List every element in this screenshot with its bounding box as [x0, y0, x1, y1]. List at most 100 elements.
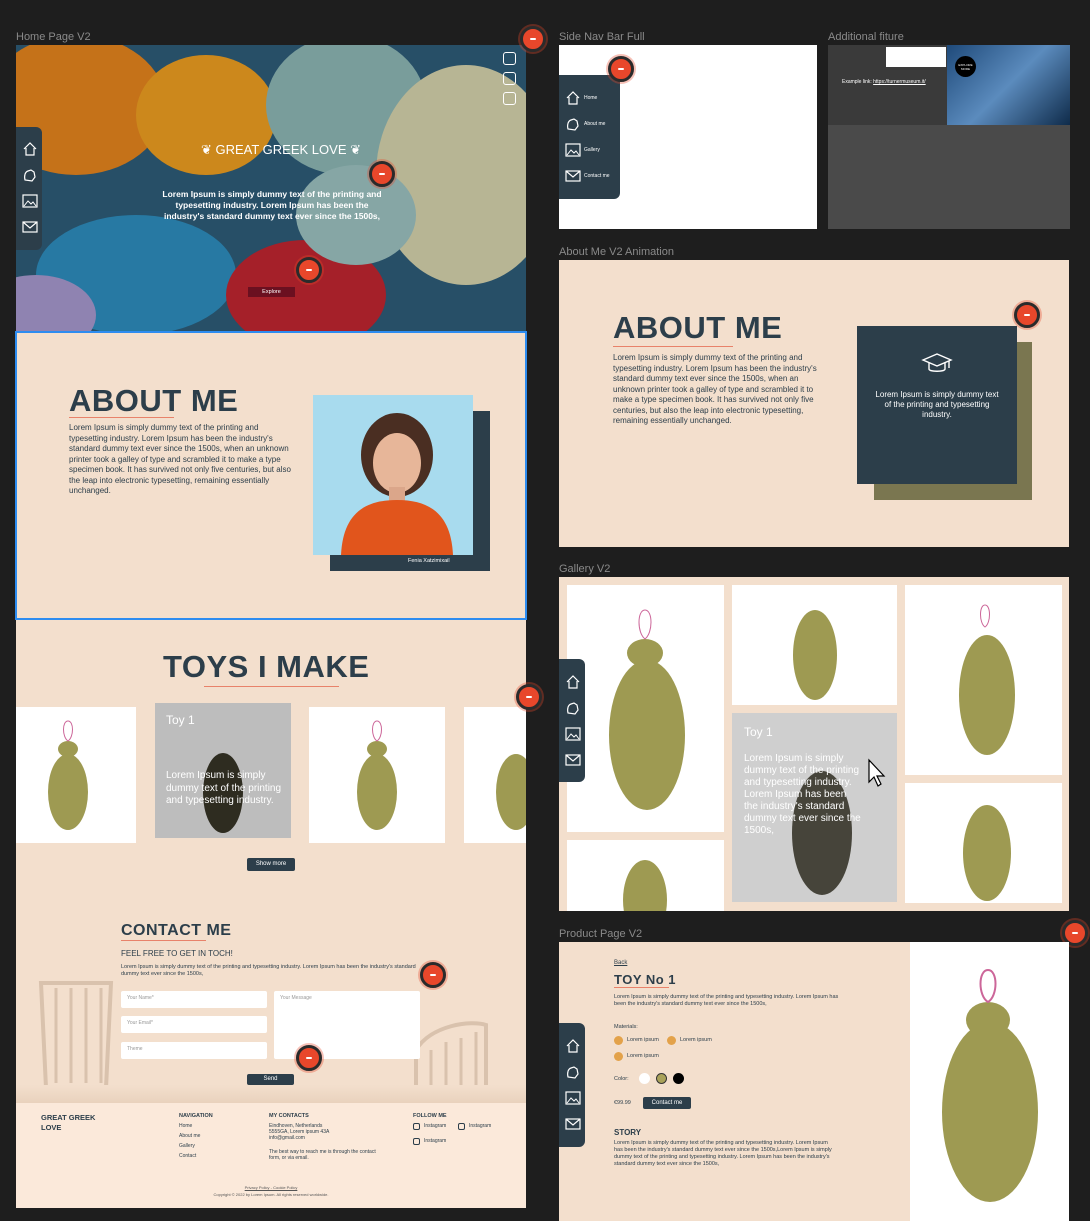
toy-image: [963, 805, 1011, 901]
footer-follow-title: FOLLOW ME: [413, 1113, 447, 1119]
gallery-card[interactable]: [567, 585, 724, 832]
hand-icon[interactable]: [565, 701, 581, 715]
toy-card-text: Lorem Ipsum is simply dummy text of the …: [166, 770, 282, 806]
contact-subtitle: FEEL FREE TO GET IN TOCH!: [121, 949, 233, 958]
toy-card[interactable]: [16, 707, 136, 843]
toy-image: [623, 860, 667, 911]
gallery-card-hover[interactable]: Toy 1 Lorem Ipsum is simply dummy text o…: [732, 713, 897, 902]
contact-title-underline: [121, 940, 206, 941]
mail-icon[interactable]: [565, 169, 581, 183]
name-field[interactable]: Your Name*: [121, 991, 267, 1008]
color-swatch-black[interactable]: [673, 1073, 684, 1084]
color-swatch-white[interactable]: [639, 1073, 650, 1084]
gallery-card[interactable]: [732, 585, 897, 705]
toy-card[interactable]: [309, 707, 445, 843]
footer-nav-link[interactable]: Home: [179, 1123, 192, 1130]
sidenav-label-home[interactable]: Home: [584, 95, 597, 101]
frame-label-about-anim: About Me V2 Animation: [559, 246, 674, 258]
frame-label-product: Product Page V2: [559, 928, 643, 940]
comment-pin[interactable]: [369, 161, 395, 187]
hand-icon[interactable]: [565, 1065, 581, 1079]
comment-pin[interactable]: [516, 684, 542, 710]
instagram-icon[interactable]: [413, 1123, 420, 1130]
comment-pin[interactable]: [296, 257, 322, 283]
home-icon[interactable]: [565, 91, 581, 105]
footer-instagram-link[interactable]: Instagram: [424, 1138, 446, 1145]
explore-badge[interactable]: EXPLORE MORE: [955, 56, 976, 77]
footer-copyright: Copyright © 2022 by Lorem Ipsum. All rig…: [213, 1192, 329, 1197]
frame-label-additional: Additional fiture: [828, 31, 904, 43]
toy-card-hover[interactable]: Toy 1 Lorem Ipsum is simply dummy text o…: [155, 703, 291, 838]
instagram-icon[interactable]: [503, 92, 516, 105]
footer-instagram-link[interactable]: Instagram: [469, 1123, 491, 1130]
contact-title: CONTACT ME: [121, 922, 232, 939]
gallery-side-nav: [559, 659, 585, 782]
material-swatch[interactable]: [614, 1052, 623, 1061]
about-anim-text: Lorem Ipsum is simply dummy text of the …: [613, 353, 817, 425]
footer-policy-links[interactable]: Privacy Policy - Cookie Policy: [16, 1185, 526, 1190]
sidenav-label-about[interactable]: About me: [584, 121, 605, 127]
gallery-card[interactable]: [567, 840, 724, 911]
mail-icon[interactable]: [22, 220, 38, 234]
example-url[interactable]: https://turnermuseum.it/: [873, 79, 926, 85]
material-swatch[interactable]: [614, 1036, 623, 1045]
frame-label-home: Home Page V2: [16, 31, 91, 43]
gallery-card-title: Toy 1: [744, 725, 773, 739]
email-field[interactable]: Your Email*: [121, 1016, 267, 1033]
send-button[interactable]: Send: [247, 1074, 294, 1085]
gallery-icon[interactable]: [565, 727, 581, 741]
gallery-card[interactable]: [905, 783, 1062, 903]
toy-image: [496, 754, 526, 830]
material-label: Lorem ipsum: [680, 1037, 712, 1043]
toy-card[interactable]: [464, 707, 526, 843]
home-page-frame: ❦ GREAT GREEK LOVE ❦ Lorem Ipsum is simp…: [16, 45, 526, 1208]
hand-icon[interactable]: [565, 117, 581, 131]
mail-icon[interactable]: [565, 1117, 581, 1131]
home-icon[interactable]: [22, 142, 38, 156]
comment-pin[interactable]: [296, 1045, 322, 1071]
instagram-icon[interactable]: [413, 1138, 420, 1145]
comment-pin[interactable]: [520, 26, 546, 52]
theme-field[interactable]: Theme: [121, 1042, 267, 1059]
gallery-icon[interactable]: [565, 143, 581, 157]
instagram-icon[interactable]: [503, 52, 516, 65]
explore-button[interactable]: Explore: [248, 287, 295, 297]
sidenav-label-gallery[interactable]: Gallery: [584, 147, 600, 153]
gallery-card[interactable]: [905, 585, 1062, 775]
hand-icon[interactable]: [22, 168, 38, 182]
hero-section: ❦ GREAT GREEK LOVE ❦ Lorem Ipsum is simp…: [16, 45, 526, 331]
comment-pin[interactable]: [420, 962, 446, 988]
about-anim-card-text: Lorem Ipsum is simply dummy text of the …: [875, 390, 999, 419]
comment-pin[interactable]: [1014, 302, 1040, 328]
contact-me-button[interactable]: Contact me: [643, 1097, 691, 1109]
product-back-link[interactable]: Back: [614, 960, 627, 966]
footer-nav-link[interactable]: About me: [179, 1133, 200, 1140]
footer-instagram-link[interactable]: Instagram: [424, 1123, 446, 1130]
gallery-card-text: Lorem Ipsum is simply dummy text of the …: [744, 753, 861, 836]
contact-text: Lorem Ipsum is simply dummy text of the …: [121, 964, 416, 977]
home-icon[interactable]: [565, 675, 581, 689]
mail-icon[interactable]: [565, 753, 581, 767]
column-ruin-left-icon: [19, 981, 133, 1102]
footer: GREAT GREEK LOVE NAVIGATION Home About m…: [16, 1103, 526, 1208]
gallery-icon[interactable]: [22, 194, 38, 208]
footer-nav-link[interactable]: Contact: [179, 1153, 196, 1160]
additional-frame: Example link: https://turnermuseum.it/ E…: [828, 45, 1070, 229]
material-label: Lorem ipsum: [627, 1037, 659, 1043]
instagram-icon[interactable]: [503, 72, 516, 85]
about-anim-frame: ABOUT ME Lorem Ipsum is simply dummy tex…: [559, 260, 1069, 547]
material-swatch[interactable]: [667, 1036, 676, 1045]
gallery-icon[interactable]: [565, 1091, 581, 1105]
show-more-button[interactable]: Show more: [247, 858, 295, 871]
sidenav-frame: Home About me Gallery Contact me: [559, 45, 817, 229]
comment-pin[interactable]: [608, 56, 634, 82]
color-swatch-olive[interactable]: [656, 1073, 667, 1084]
footer-nav-link[interactable]: Gallery: [179, 1143, 195, 1150]
product-frame: Back TOY No 1 Lorem Ipsum is simply dumm…: [559, 942, 1069, 1221]
instagram-icon[interactable]: [458, 1123, 465, 1130]
message-field[interactable]: Your Message: [274, 991, 420, 1059]
home-icon[interactable]: [565, 1039, 581, 1053]
frame-label-sidenav: Side Nav Bar Full: [559, 31, 645, 43]
story-title: STORY: [614, 1128, 642, 1137]
sidenav-label-contact[interactable]: Contact me: [584, 173, 610, 179]
